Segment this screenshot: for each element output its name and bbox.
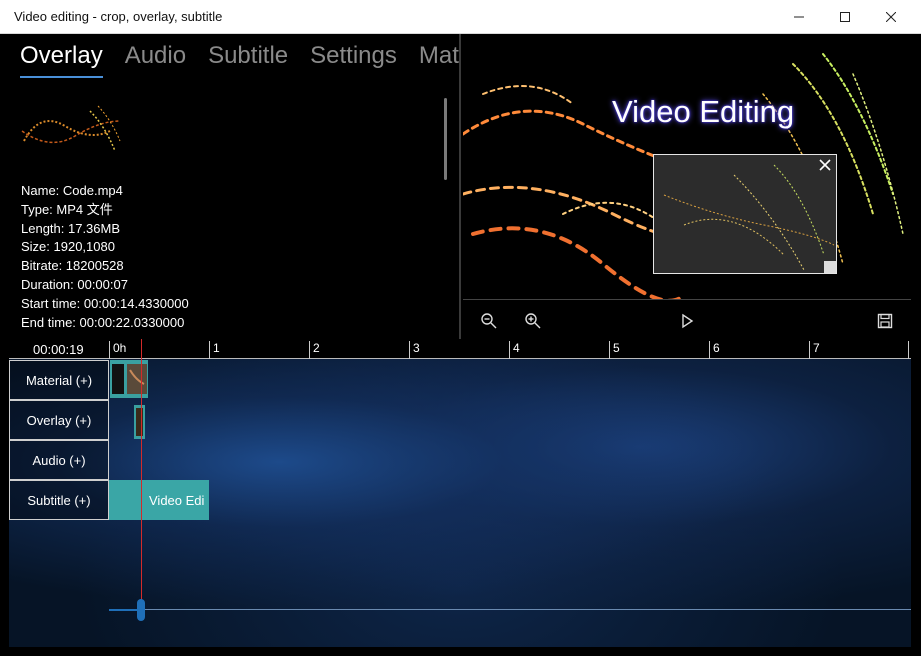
ruler-tick: 2 xyxy=(309,341,320,359)
track-subtitle[interactable]: Subtitle (+) xyxy=(9,480,109,520)
overlay-clip-box[interactable] xyxy=(653,154,837,274)
info-duration: Duration: 00:00:07 xyxy=(21,276,128,292)
maximize-button[interactable] xyxy=(822,0,868,34)
playhead[interactable] xyxy=(141,339,142,609)
properties-panel: Overlay Audio Subtitle Settings Mate Name: C… xyxy=(9,34,461,339)
info-bitrate: Bitrate: 18200528 xyxy=(21,258,124,274)
info-type: Type: MP4 文件 xyxy=(21,201,113,217)
timeline[interactable]: 00:00:19 0h 1 2 3 4 5 6 7 Material (+) O… xyxy=(9,339,911,647)
info-name: Name: Code.mp4 xyxy=(21,183,123,198)
current-time: 00:00:19 xyxy=(33,342,84,357)
maximize-icon xyxy=(840,12,850,22)
tab-bar: Overlay Audio Subtitle Settings Mate xyxy=(20,42,459,82)
ruler-tick-end xyxy=(908,341,911,359)
close-button[interactable] xyxy=(868,0,914,34)
track-overlay[interactable]: Overlay (+) xyxy=(9,400,109,440)
overlay-clip[interactable] xyxy=(134,405,145,439)
ruler-tick: 3 xyxy=(409,341,420,359)
subtitle-clip[interactable]: Video Edi xyxy=(109,480,209,520)
time-ruler[interactable]: 00:00:19 0h 1 2 3 4 5 6 7 xyxy=(9,339,911,359)
play-icon[interactable] xyxy=(678,312,696,330)
info-start-time: Start time: 00:00:14.4330000 xyxy=(21,295,189,311)
app-window: Video editing - crop, overlay, subtitle … xyxy=(0,0,921,656)
material-clip[interactable] xyxy=(110,360,148,398)
overlay-clip-thumb xyxy=(134,405,145,439)
save-icon[interactable] xyxy=(876,312,894,330)
ruler-tick: 4 xyxy=(509,341,520,359)
panel-scrollbar[interactable] xyxy=(444,98,447,180)
preview-overlay-text[interactable]: Video Editing xyxy=(612,94,794,130)
ruler-tick: 1 xyxy=(209,341,220,359)
subtitle-clip-text: Video Edi xyxy=(149,492,205,508)
video-preview[interactable]: Video Editing xyxy=(463,34,911,299)
tab-overlay[interactable]: Overlay xyxy=(20,42,103,78)
tab-material[interactable]: Mate xyxy=(419,42,459,76)
overlay-close-icon[interactable] xyxy=(818,158,832,172)
zoom-in-icon[interactable] xyxy=(524,312,542,330)
zoom-out-icon[interactable] xyxy=(480,312,498,330)
minimize-icon xyxy=(794,16,804,18)
info-end-time: End time: 00:00:22.0330000 xyxy=(21,314,185,330)
ruler-tick: 0h xyxy=(109,341,126,359)
overlay-resize-handle[interactable] xyxy=(824,261,836,273)
ruler-tick: 5 xyxy=(609,341,620,359)
ruler-tick: 7 xyxy=(809,341,820,359)
track-material[interactable]: Material (+) xyxy=(9,360,109,400)
window-title: Video editing - crop, overlay, subtitle xyxy=(14,9,223,24)
material-clip-thumb xyxy=(110,360,148,398)
close-icon xyxy=(886,12,896,22)
tab-settings[interactable]: Settings xyxy=(310,42,397,76)
title-bar: Video editing - crop, overlay, subtitle xyxy=(0,0,921,34)
timeline-scroll-track[interactable] xyxy=(109,609,911,610)
preview-toolbar xyxy=(463,299,911,339)
ruler-tick: 6 xyxy=(709,341,720,359)
media-thumbnail[interactable] xyxy=(20,101,124,161)
timeline-scroll-progress xyxy=(109,609,137,611)
info-length: Length: 17.36MB xyxy=(21,220,121,236)
minimize-button[interactable] xyxy=(776,0,822,34)
file-info: Name: Code.mp4 Type: MP4 文件 Length: 17.3… xyxy=(21,182,189,332)
track-audio[interactable]: Audio (+) xyxy=(9,440,109,480)
tab-audio[interactable]: Audio xyxy=(125,42,186,76)
tab-subtitle[interactable]: Subtitle xyxy=(208,42,288,76)
info-size: Size: 1920,1080 xyxy=(21,239,115,255)
overlay-frame-art xyxy=(654,155,836,273)
timeline-scroll-thumb[interactable] xyxy=(137,599,145,621)
